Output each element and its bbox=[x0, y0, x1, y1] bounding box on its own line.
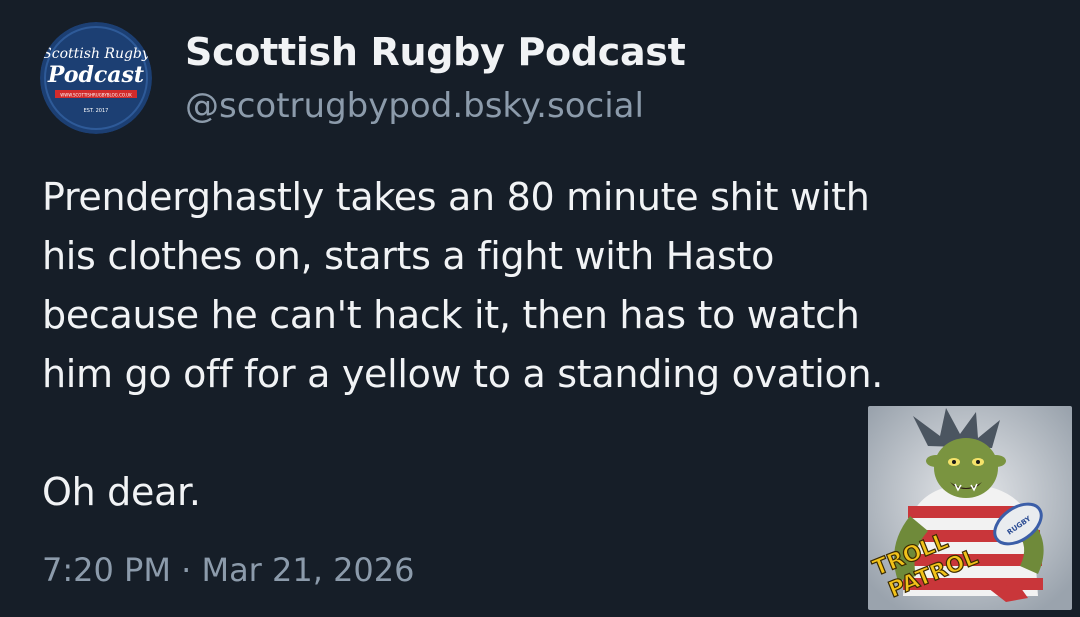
avatar-website: WWW.SCOTTISHRUGBYBLOG.CO.UK bbox=[60, 93, 132, 98]
troll-image: RUGBY TROLL PATROL bbox=[868, 406, 1072, 610]
avatar[interactable]: Scottish Rugby Podcast WWW.SCOTTISHRUGBY… bbox=[40, 22, 152, 134]
post-line: him go off for a yellow to a standing ov… bbox=[42, 352, 884, 396]
troll-patrol-sticker[interactable]: RUGBY TROLL PATROL bbox=[868, 406, 1072, 610]
author-info: Scottish Rugby Podcast @scotrugbypod.bsk… bbox=[185, 28, 686, 130]
handle[interactable]: @scotrugbypod.bsky.social bbox=[185, 82, 685, 130]
timestamp[interactable]: 7:20 PM · Mar 21, 2026 bbox=[42, 548, 415, 592]
avatar-est: EST. 2017 bbox=[84, 108, 109, 114]
post-line: his clothes on, starts a fight with Hast… bbox=[42, 234, 775, 278]
display-name[interactable]: Scottish Rugby Podcast bbox=[185, 28, 686, 76]
post: Scottish Rugby Podcast WWW.SCOTTISHRUGBY… bbox=[0, 0, 1080, 617]
avatar-line1: Scottish Rugby bbox=[42, 46, 151, 62]
post-line: because he can't hack it, then has to wa… bbox=[42, 293, 860, 337]
avatar-line2: Podcast bbox=[47, 62, 144, 88]
podcast-logo: Scottish Rugby Podcast WWW.SCOTTISHRUGBY… bbox=[40, 22, 152, 134]
post-line: Prenderghastly takes an 80 minute shit w… bbox=[42, 175, 870, 219]
